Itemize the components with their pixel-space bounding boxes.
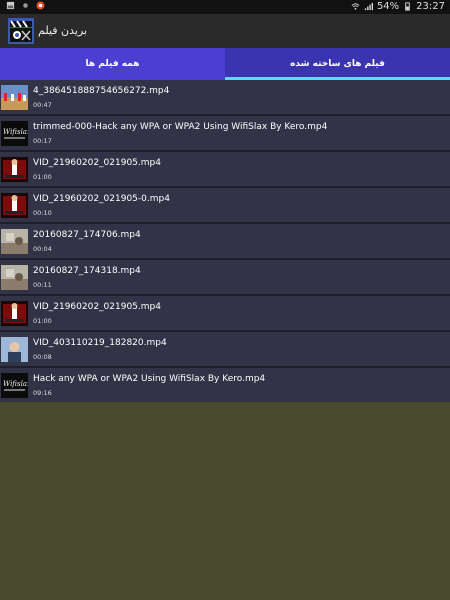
video-duration: 00:10	[33, 209, 52, 217]
wifi-icon	[351, 3, 360, 10]
svg-text:Wifislax: Wifislax	[3, 380, 28, 388]
video-duration: 00:47	[33, 101, 52, 109]
video-list-item[interactable]: 4_386451888754656272.mp4 00:47	[0, 80, 450, 116]
empty-area	[0, 402, 450, 600]
video-list-item[interactable]: 20160827_174706.mp4 00:04	[0, 224, 450, 260]
video-title: Hack any WPA or WPA2 Using WifiSlax By K…	[33, 374, 266, 384]
video-thumbnail	[1, 265, 28, 290]
video-title: VID_21960202_021905.mp4	[33, 302, 161, 312]
video-title: trimmed-000-Hack any WPA or WPA2 Using W…	[33, 122, 328, 132]
video-list-item[interactable]: VID_403110219_182820.mp4 00:08	[0, 332, 450, 368]
video-title: 20160827_174318.mp4	[33, 266, 141, 276]
video-thumbnail	[1, 229, 28, 254]
clock: 23:27	[416, 1, 445, 12]
video-thumbnail	[1, 337, 28, 362]
svg-text:Wifislax: Wifislax	[3, 128, 28, 136]
video-duration: 01:00	[33, 173, 52, 181]
video-thumbnail	[1, 301, 28, 326]
video-list-item[interactable]: Wifislax trimmed-000-Hack any WPA or WPA2…	[0, 116, 450, 152]
video-thumbnail	[1, 193, 28, 218]
tab-bar: همه فیلم ها فیلم های ساخته شده	[0, 48, 450, 80]
video-thumbnail	[1, 157, 28, 182]
battery-icon	[405, 2, 410, 11]
dot-icon	[23, 3, 28, 8]
video-duration: 00:08	[33, 353, 52, 361]
video-list-item[interactable]: 20160827_174318.mp4 00:11	[0, 260, 450, 296]
video-title: VID_403110219_182820.mp4	[33, 338, 167, 348]
video-title: 20160827_174706.mp4	[33, 230, 141, 240]
video-list-item[interactable]: VID_21960202_021905.mp4 01:00	[0, 152, 450, 188]
tab-all-videos[interactable]: همه فیلم ها	[0, 48, 225, 80]
video-list: 4_386451888754656272.mp4 00:47 Wifislax tri…	[0, 80, 450, 404]
video-title: VID_21960202_021905.mp4	[33, 158, 161, 168]
app-title: بریدن فیلم	[38, 24, 88, 37]
tab-made-videos[interactable]: فیلم های ساخته شده	[225, 48, 450, 80]
status-bar: 54% 23:27	[0, 0, 450, 14]
app-logo-icon	[8, 18, 34, 44]
video-title: 4_386451888754656272.mp4	[33, 86, 170, 96]
gallery-icon	[6, 1, 15, 10]
video-duration: 09:16	[33, 389, 52, 397]
video-duration: 00:17	[33, 137, 52, 145]
video-thumbnail	[1, 85, 28, 110]
signal-icon	[364, 2, 373, 11]
video-list-item[interactable]: Wifislax Hack any WPA or WPA2 Using WifiS…	[0, 368, 450, 404]
app-bar: بریدن فیلم	[0, 14, 450, 48]
video-title: VID_21960202_021905-0.mp4	[33, 194, 170, 204]
notification-app-icon	[36, 1, 45, 10]
video-duration: 00:11	[33, 281, 52, 289]
video-duration: 01:00	[33, 317, 52, 325]
video-list-item[interactable]: VID_21960202_021905-0.mp4 00:10	[0, 188, 450, 224]
video-thumbnail: Wifislax	[1, 121, 28, 146]
battery-level: 54%	[376, 1, 400, 12]
video-list-item[interactable]: VID_21960202_021905.mp4 01:00	[0, 296, 450, 332]
video-duration: 00:04	[33, 245, 52, 253]
video-thumbnail: Wifislax	[1, 373, 28, 398]
